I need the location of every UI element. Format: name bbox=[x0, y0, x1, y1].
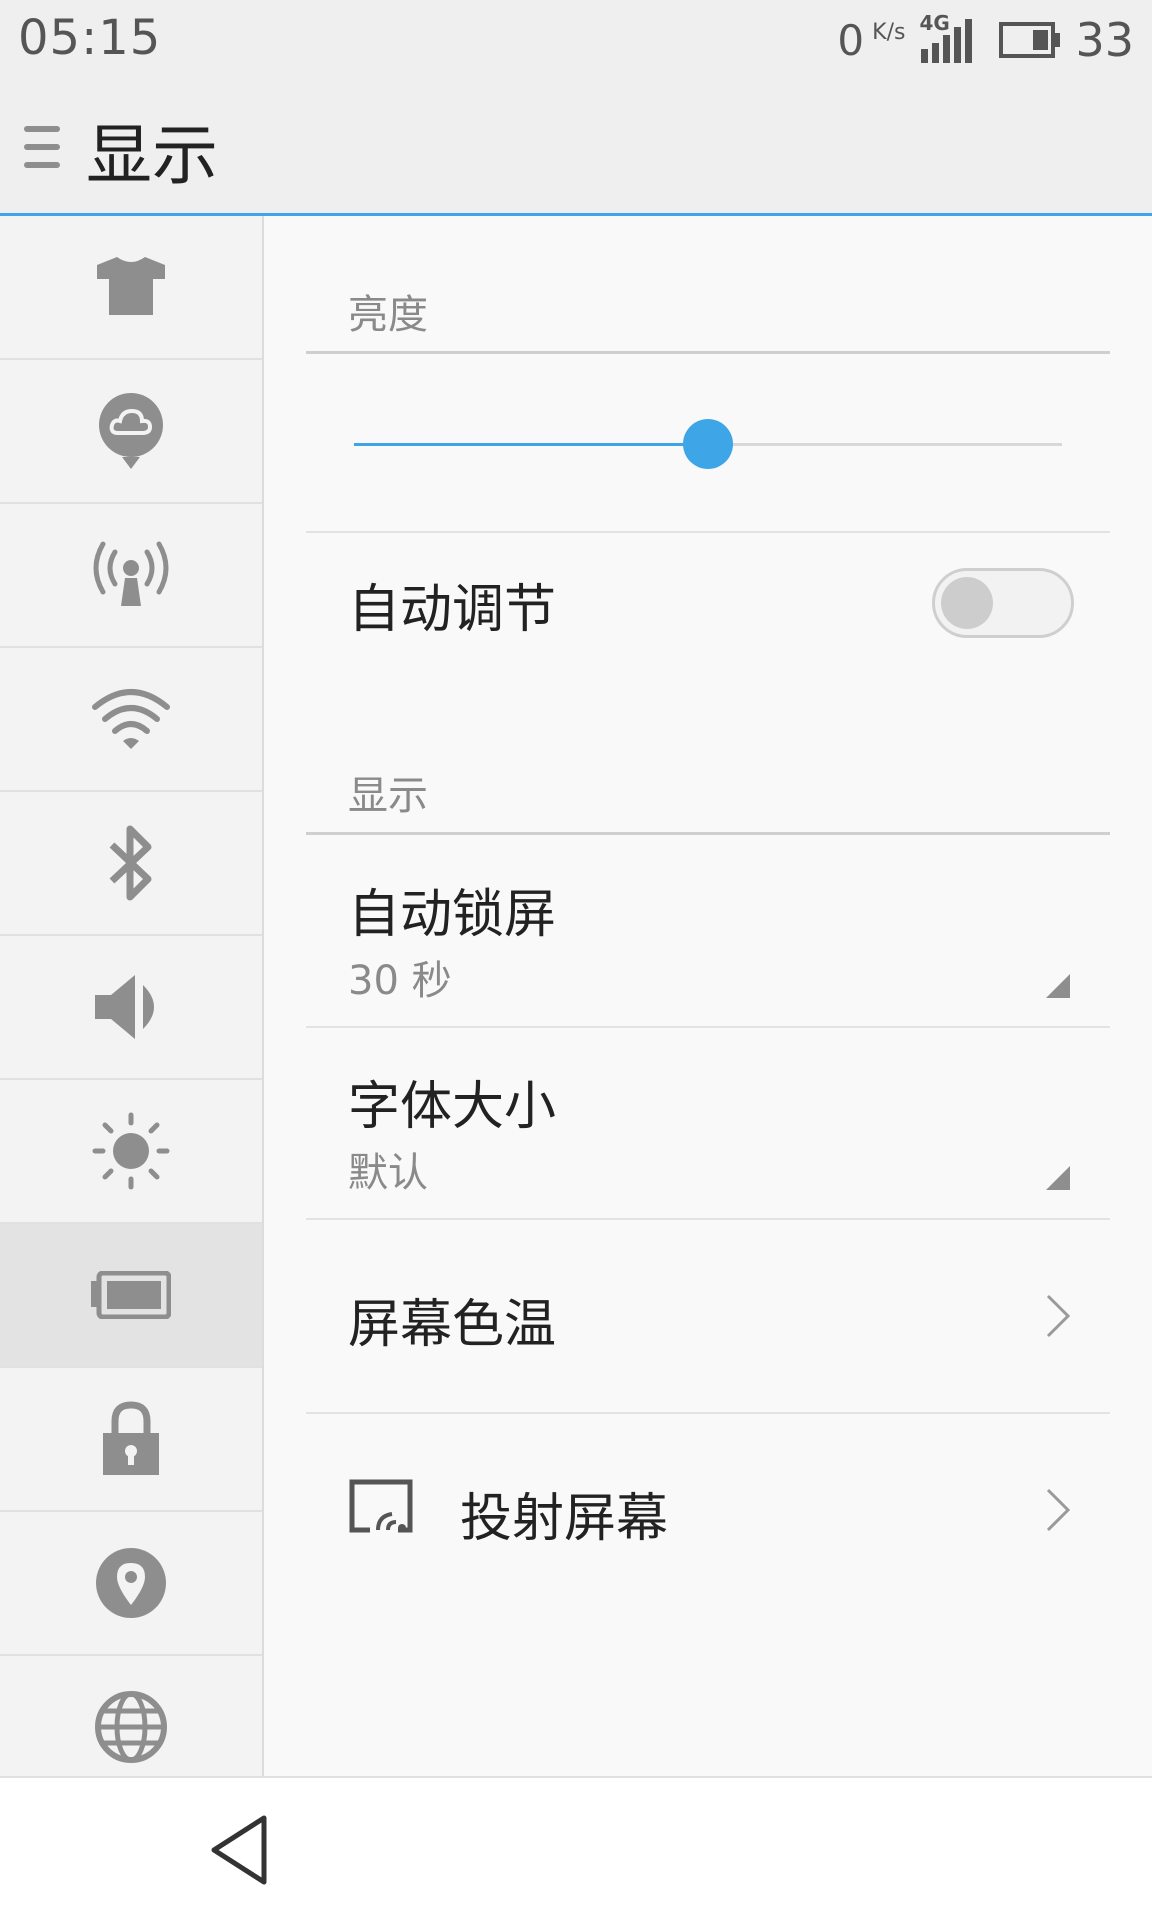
cast-screen-row[interactable]: 投射屏幕 bbox=[306, 1414, 1110, 1604]
brightness-slider-row bbox=[306, 353, 1110, 533]
section-label-display: 显示 bbox=[348, 773, 428, 819]
cast-screen-label: 投射屏幕 bbox=[460, 1489, 669, 1549]
sidebar-item-hotspot[interactable] bbox=[0, 504, 262, 648]
net-speed-unit: K/s bbox=[872, 19, 906, 45]
header: 显示 bbox=[0, 80, 1152, 216]
chevron-right-icon bbox=[1046, 1294, 1071, 1338]
sidebar-item-battery[interactable] bbox=[0, 1224, 262, 1368]
sidebar-item-theme[interactable] bbox=[0, 216, 262, 360]
sidebar-item-location[interactable] bbox=[0, 1512, 262, 1656]
dropdown-corner-icon bbox=[1046, 974, 1070, 998]
nav-bar bbox=[0, 1776, 1152, 1920]
wifi-icon bbox=[92, 689, 170, 749]
tshirt-icon bbox=[97, 257, 165, 315]
battery-status-icon bbox=[999, 22, 1061, 58]
speaker-icon bbox=[95, 975, 154, 1039]
brightness-icon bbox=[92, 1112, 170, 1190]
color-temp-row[interactable]: 屏幕色温 bbox=[306, 1220, 1110, 1410]
cloud-icon bbox=[99, 393, 163, 469]
bluetooth-icon bbox=[109, 825, 152, 901]
auto-lock-label: 自动锁屏 bbox=[348, 885, 557, 945]
section-header-display: 显示 bbox=[306, 763, 1110, 835]
sidebar bbox=[0, 216, 264, 1800]
sidebar-item-cloud[interactable] bbox=[0, 360, 262, 504]
brightness-slider-fill bbox=[354, 443, 708, 446]
sidebar-item-display[interactable] bbox=[0, 1080, 262, 1224]
font-size-label: 字体大小 bbox=[348, 1077, 557, 1137]
font-size-value: 默认 bbox=[348, 1150, 428, 1196]
battery-percent: 33 bbox=[1075, 13, 1134, 67]
chevron-right-icon bbox=[1046, 1488, 1071, 1532]
hotspot-icon bbox=[93, 541, 169, 606]
auto-lock-value: 30 秒 bbox=[348, 958, 452, 1004]
sidebar-item-security[interactable] bbox=[0, 1368, 262, 1512]
font-size-row[interactable]: 字体大小 默认 bbox=[306, 1028, 1110, 1218]
status-time: 05:15 bbox=[18, 10, 162, 66]
globe-icon bbox=[95, 1691, 167, 1763]
net-speed: 0 K/s bbox=[837, 16, 905, 65]
cast-icon bbox=[349, 1479, 413, 1533]
auto-adjust-toggle[interactable] bbox=[932, 568, 1074, 638]
brightness-slider-thumb[interactable] bbox=[683, 419, 733, 469]
signal-icon: 4G bbox=[919, 11, 975, 65]
status-right: 0 K/s 4G 33 bbox=[837, 10, 1134, 70]
sidebar-item-wifi[interactable] bbox=[0, 648, 262, 792]
back-icon[interactable] bbox=[208, 1814, 272, 1886]
page-title: 显示 bbox=[86, 117, 218, 194]
menu-icon[interactable] bbox=[24, 122, 60, 172]
toggle-knob bbox=[941, 577, 993, 629]
net-speed-value: 0 bbox=[837, 15, 865, 65]
section-header-brightness: 亮度 bbox=[306, 282, 1110, 354]
auto-lock-row[interactable]: 自动锁屏 30 秒 bbox=[306, 836, 1110, 1026]
settings-content: 亮度 自动调节 显示 自动锁屏 30 秒 字体大小 默认 屏幕色温 投射屏幕 bbox=[264, 216, 1152, 1776]
color-temp-label: 屏幕色温 bbox=[348, 1295, 557, 1355]
location-icon bbox=[96, 1548, 166, 1618]
auto-adjust-label: 自动调节 bbox=[348, 580, 557, 640]
status-bar: 05:15 0 K/s 4G 33 bbox=[0, 0, 1152, 80]
brightness-slider[interactable] bbox=[354, 419, 1062, 469]
sidebar-item-bluetooth[interactable] bbox=[0, 792, 262, 936]
auto-adjust-row[interactable]: 自动调节 bbox=[306, 535, 1110, 671]
section-label-brightness: 亮度 bbox=[348, 292, 428, 338]
lock-icon bbox=[103, 1401, 159, 1475]
dropdown-corner-icon bbox=[1046, 1166, 1070, 1190]
battery-icon bbox=[91, 1271, 171, 1319]
sidebar-item-sound[interactable] bbox=[0, 936, 262, 1080]
